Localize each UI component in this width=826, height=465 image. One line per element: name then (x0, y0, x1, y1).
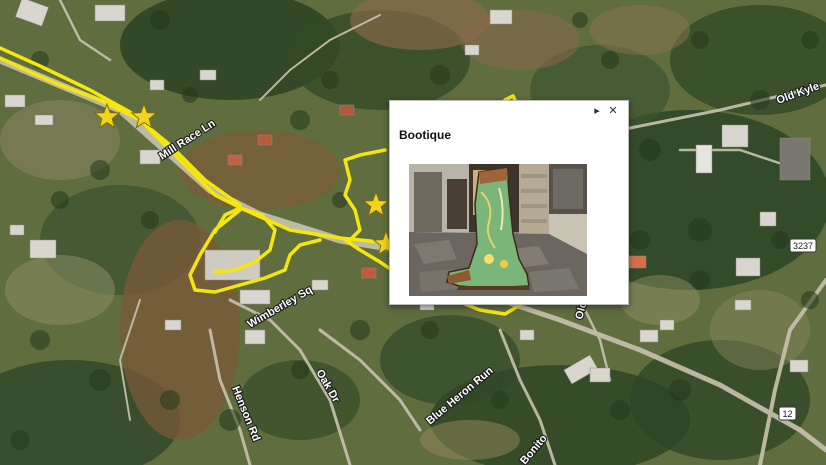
highway-shield-3237: 3237 (789, 238, 817, 253)
bootique-photo[interactable] (409, 164, 587, 296)
next-feature-button[interactable]: ▸ (590, 104, 604, 118)
popup-title: Bootique (399, 128, 451, 142)
close-button[interactable]: ✕ (606, 104, 620, 118)
shield-label: 12 (782, 409, 792, 419)
info-popup: ▸ ✕ Bootique (389, 100, 629, 305)
highway-shield-12: 12 (778, 406, 797, 421)
shield-label: 3237 (793, 241, 813, 251)
